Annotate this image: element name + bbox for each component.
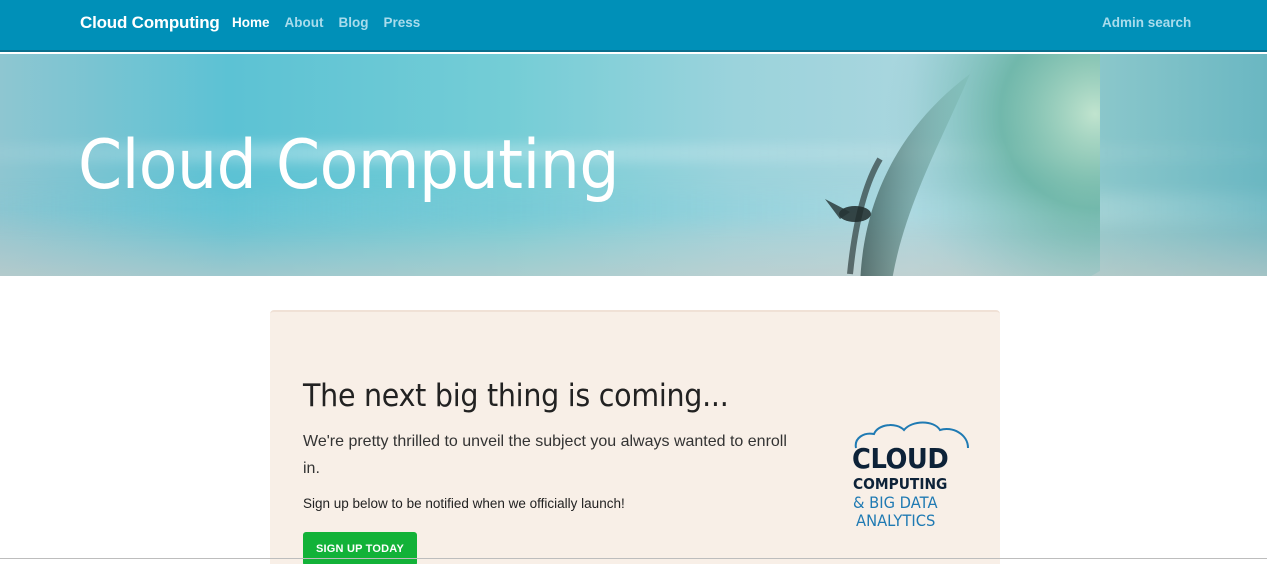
- wind-turbine-image: [825, 54, 1100, 276]
- nav-home[interactable]: Home: [232, 15, 270, 30]
- signup-button[interactable]: SIGN UP TODAY: [303, 532, 417, 564]
- brand-link[interactable]: Cloud Computing: [80, 13, 220, 33]
- card-note: Sign up below to be notified when we off…: [303, 496, 625, 511]
- card-heading: The next big thing is coming...: [303, 378, 729, 414]
- top-navbar: Cloud Computing Home About Blog Press Ad…: [0, 0, 1267, 52]
- card-lead-text: We're pretty thrilled to unveil the subj…: [303, 433, 787, 477]
- nav-about[interactable]: About: [285, 15, 324, 30]
- hero-title: Cloud Computing: [78, 126, 620, 205]
- nav-press[interactable]: Press: [384, 15, 421, 30]
- nav-blog[interactable]: Blog: [339, 15, 369, 30]
- logo-text-cloud: CLOUD: [852, 442, 949, 475]
- course-logo: CLOUD COMPUTING & BIG DATA ANALYTICS: [850, 420, 976, 540]
- announcement-card: The next big thing is coming... We're pr…: [270, 310, 1000, 564]
- nav-admin-search[interactable]: Admin search: [1102, 15, 1191, 30]
- logo-text-computing: COMPUTING: [853, 475, 948, 493]
- logo-text-big-data: & BIG DATA: [853, 493, 938, 512]
- logo-text-analytics: ANALYTICS: [856, 511, 936, 530]
- page-bottom-divider: [0, 558, 1267, 559]
- hero-banner: Cloud Computing: [0, 54, 1267, 276]
- main-nav: Home About Blog Press: [232, 15, 420, 30]
